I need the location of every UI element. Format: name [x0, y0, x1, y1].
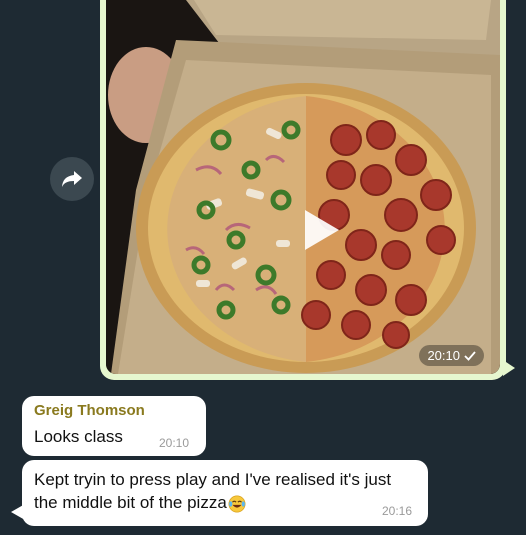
message-timestamp: 20:16	[382, 504, 413, 518]
forward-button[interactable]	[50, 157, 94, 201]
message-timestamp: 20:10	[419, 345, 484, 366]
play-icon[interactable]	[301, 208, 341, 252]
forward-arrow-icon	[62, 171, 82, 187]
single-check-icon	[464, 350, 476, 361]
sender-name[interactable]: Greig Thomson	[34, 402, 145, 419]
video-thumbnail[interactable]: 20:10	[106, 0, 500, 374]
tears-of-joy-emoji	[228, 495, 246, 512]
message-text: Kept tryin to press play and I've realis…	[34, 470, 392, 512]
message-timestamp: 20:10	[159, 436, 190, 450]
message-text: Looks class	[34, 427, 123, 446]
video-message-bubble[interactable]: 20:10	[100, 0, 515, 380]
incoming-message[interactable]: Kept tryin to press play and I've realis…	[11, 460, 428, 526]
pizza-image	[106, 0, 500, 374]
message-text-block: Kept tryin to press play and I've realis…	[34, 468, 414, 514]
incoming-message[interactable]: Greig Thomson Looks class 20:10	[22, 396, 206, 456]
timestamp-text: 20:10	[427, 348, 460, 363]
